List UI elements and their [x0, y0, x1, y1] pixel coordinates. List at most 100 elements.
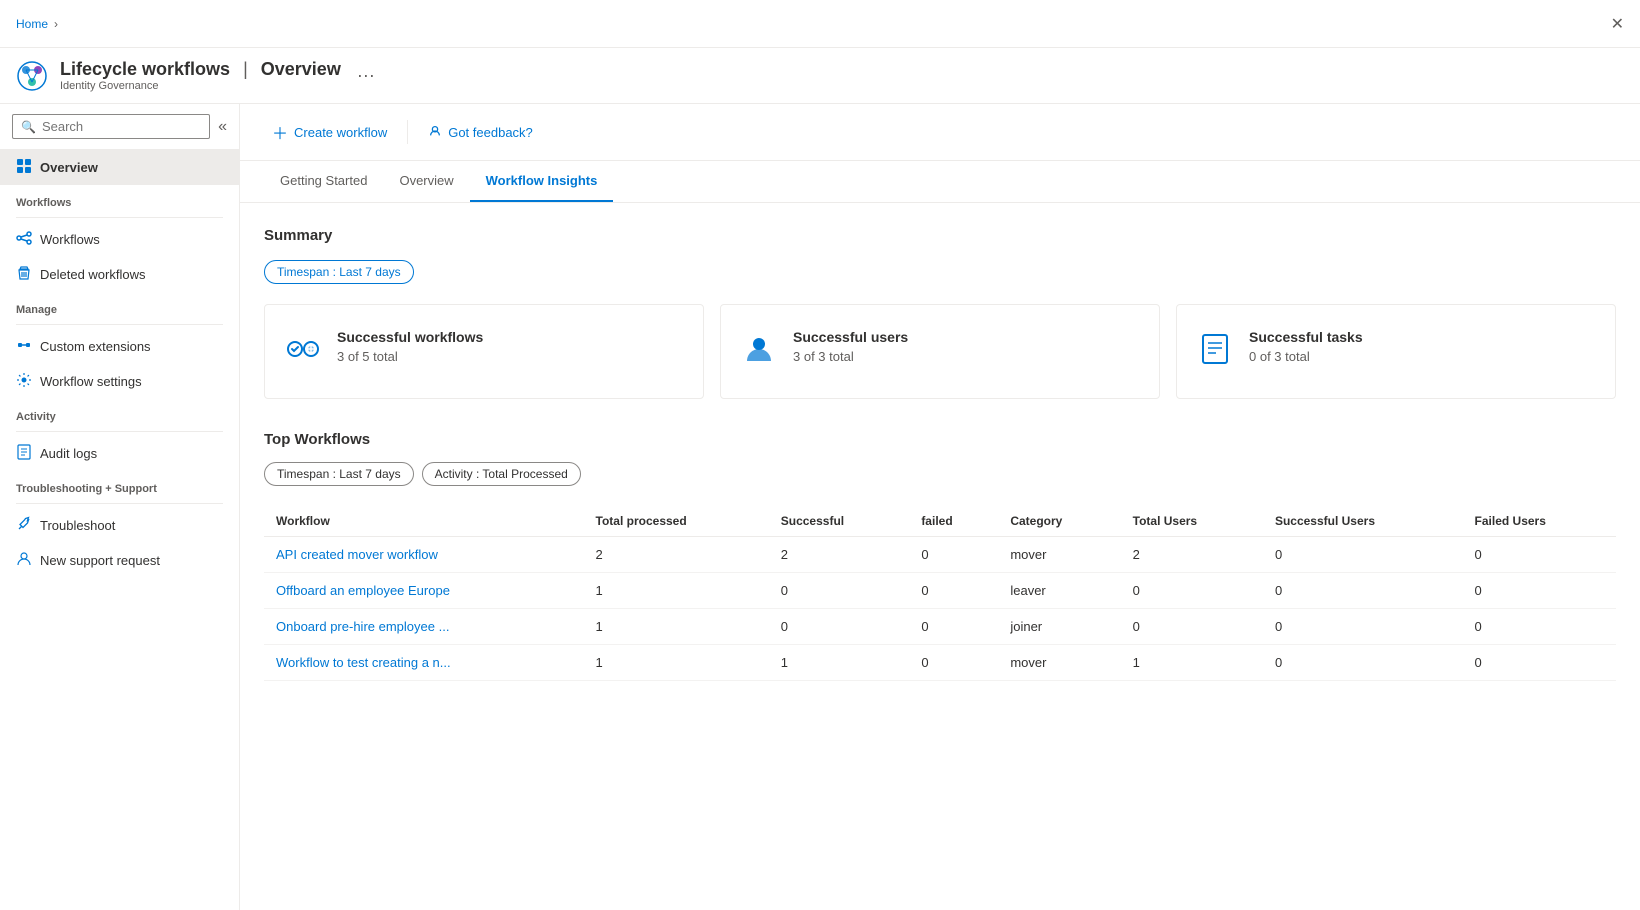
workflow-settings-label: Workflow settings [40, 374, 142, 389]
cell-total-processed-2: 1 [584, 609, 769, 645]
search-input[interactable] [42, 119, 201, 134]
sidebar-divider-1 [16, 217, 223, 218]
breadcrumb-separator: › [54, 17, 58, 31]
cell-failed-users-0: 0 [1463, 537, 1616, 573]
more-options-button[interactable]: ··· [353, 61, 379, 90]
cell-successful-3: 1 [769, 645, 910, 681]
title-separator: | [243, 59, 253, 79]
table-row: Workflow to test creating a n... 1 1 0 m… [264, 645, 1616, 681]
content-area: Summary Timespan : Last 7 days [240, 203, 1640, 705]
cell-category-1: leaver [998, 573, 1120, 609]
toolbar-divider [407, 120, 408, 144]
col-header-failed: failed [909, 506, 998, 537]
sidebar-item-workflow-settings[interactable]: Workflow settings [0, 364, 239, 399]
stat-card-text-tasks: Successful tasks 0 of 3 total [1249, 329, 1363, 364]
successful-users-icon [741, 331, 777, 374]
stat-card-successful-workflows: Successful workflows 3 of 5 total [264, 304, 704, 399]
stat-card-text-workflows: Successful workflows 3 of 5 total [337, 329, 483, 364]
sidebar-divider-3 [16, 431, 223, 432]
breadcrumb: Home › [16, 17, 58, 31]
sidebar-item-overview[interactable]: Overview [0, 150, 239, 185]
support-request-icon [16, 551, 32, 570]
close-button[interactable]: ✕ [1611, 14, 1624, 34]
summary-timespan-badge[interactable]: Timespan : Last 7 days [264, 260, 414, 284]
cell-total-processed-0: 2 [584, 537, 769, 573]
toolbar: ＋ Create workflow Got feedback? [240, 104, 1640, 161]
cell-workflow-2: Onboard pre-hire employee ... [264, 609, 584, 645]
stat-card-successful-users: Successful users 3 of 3 total [720, 304, 1160, 399]
sidebar-search-box[interactable]: 🔍 [12, 114, 210, 139]
sidebar-item-deleted-workflows[interactable]: Deleted workflows [0, 257, 239, 292]
sidebar-item-audit-logs[interactable]: Audit logs [0, 436, 239, 471]
feedback-button[interactable]: Got feedback? [420, 118, 541, 147]
cell-workflow-0: API created mover workflow [264, 537, 584, 573]
workflow-link-1[interactable]: Offboard an employee Europe [276, 583, 450, 598]
troubleshoot-label: Troubleshoot [40, 518, 115, 533]
cell-workflow-3: Workflow to test creating a n... [264, 645, 584, 681]
workflow-link-2[interactable]: Onboard pre-hire employee ... [276, 619, 449, 634]
cell-category-0: mover [998, 537, 1120, 573]
sidebar-item-custom-extensions[interactable]: Custom extensions [0, 329, 239, 364]
cell-category-3: mover [998, 645, 1120, 681]
col-header-failed-users: Failed Users [1463, 506, 1616, 537]
sidebar-divider-2 [16, 324, 223, 325]
sidebar-section-workflows: Workflows [0, 185, 239, 213]
sidebar-section-manage: Manage [0, 292, 239, 320]
app-logo [16, 60, 48, 92]
main-layout: 🔍 « Overview Workflows [0, 104, 1640, 910]
workflows-table: Workflow Total processed Successful fail… [264, 506, 1616, 681]
sidebar-item-troubleshoot[interactable]: Troubleshoot [0, 508, 239, 543]
table-row: API created mover workflow 2 2 0 mover 2… [264, 537, 1616, 573]
col-header-successful: Successful [769, 506, 910, 537]
top-workflows-title: Top Workflows [264, 431, 1616, 448]
audit-logs-label: Audit logs [40, 446, 97, 461]
workflow-link-0[interactable]: API created mover workflow [276, 547, 438, 562]
stat-card-value-users: 3 of 3 total [793, 349, 908, 364]
successful-tasks-icon [1197, 331, 1233, 374]
breadcrumb-home[interactable]: Home [16, 17, 48, 31]
cell-failed-2: 0 [909, 609, 998, 645]
timespan-filter-badge[interactable]: Timespan : Last 7 days [264, 462, 414, 486]
cell-failed-users-1: 0 [1463, 573, 1616, 609]
main-content: ＋ Create workflow Got feedback? Getting … [240, 104, 1640, 910]
col-header-successful-users: Successful Users [1263, 506, 1463, 537]
tabs: Getting Started Overview Workflow Insigh… [240, 161, 1640, 203]
cell-total-processed-3: 1 [584, 645, 769, 681]
cell-successful-users-0: 0 [1263, 537, 1463, 573]
create-workflow-button[interactable]: ＋ Create workflow [264, 114, 395, 150]
collapse-sidebar-button[interactable]: « [218, 118, 227, 136]
cell-workflow-1: Offboard an employee Europe [264, 573, 584, 609]
app-title: Lifecycle workflows | Overview [60, 59, 341, 80]
cell-failed-0: 0 [909, 537, 998, 573]
sidebar-section-troubleshooting: Troubleshooting + Support [0, 471, 239, 499]
feedback-icon [428, 124, 442, 141]
activity-filter-badge[interactable]: Activity : Total Processed [422, 462, 581, 486]
cell-total-users-1: 0 [1121, 573, 1263, 609]
deleted-workflows-label: Deleted workflows [40, 267, 146, 282]
cell-total-processed-1: 1 [584, 573, 769, 609]
custom-extensions-label: Custom extensions [40, 339, 151, 354]
sidebar-item-new-support-request[interactable]: New support request [0, 543, 239, 578]
search-icon: 🔍 [21, 120, 36, 134]
workflow-link-3[interactable]: Workflow to test creating a n... [276, 655, 451, 670]
stat-card-value-tasks: 0 of 3 total [1249, 349, 1363, 364]
cell-successful-1: 0 [769, 573, 910, 609]
tab-overview[interactable]: Overview [383, 161, 469, 202]
cell-successful-users-2: 0 [1263, 609, 1463, 645]
table-header-row: Workflow Total processed Successful fail… [264, 506, 1616, 537]
troubleshoot-icon [16, 516, 32, 535]
workflow-settings-icon [16, 372, 32, 391]
col-header-total-users: Total Users [1121, 506, 1263, 537]
tab-getting-started[interactable]: Getting Started [264, 161, 383, 202]
col-header-workflow: Workflow [264, 506, 584, 537]
stat-card-successful-tasks: Successful tasks 0 of 3 total [1176, 304, 1616, 399]
cell-successful-users-3: 0 [1263, 645, 1463, 681]
stat-card-value-workflows: 3 of 5 total [337, 349, 483, 364]
cell-total-users-0: 2 [1121, 537, 1263, 573]
tab-workflow-insights[interactable]: Workflow Insights [470, 161, 614, 202]
table-row: Offboard an employee Europe 1 0 0 leaver… [264, 573, 1616, 609]
cell-successful-0: 2 [769, 537, 910, 573]
cell-failed-3: 0 [909, 645, 998, 681]
sidebar-item-workflows[interactable]: Workflows [0, 222, 239, 257]
cell-failed-users-3: 0 [1463, 645, 1616, 681]
